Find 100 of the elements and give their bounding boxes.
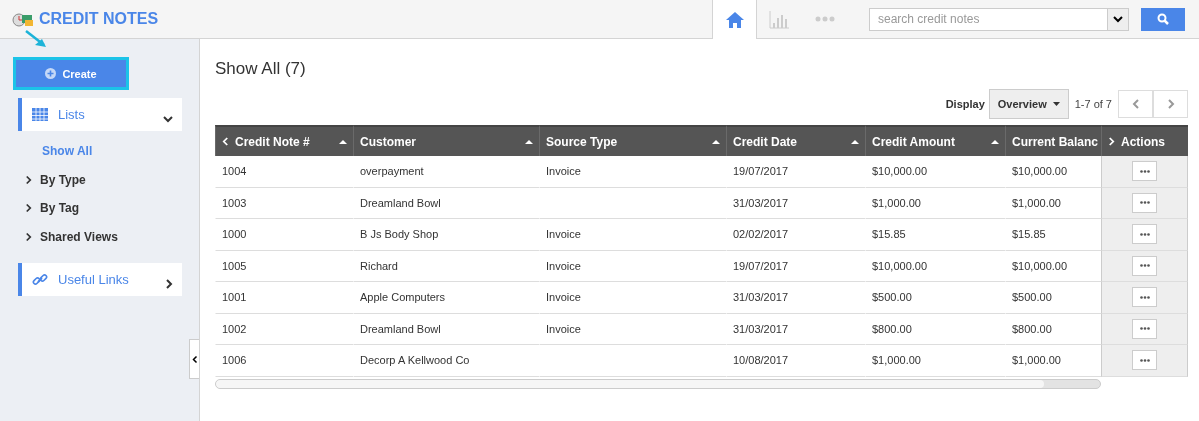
chevron-left-icon <box>222 136 229 147</box>
table-cell: 31/03/2017 <box>733 322 789 335</box>
previous-page-button[interactable] <box>1118 90 1153 118</box>
chevron-right-icon <box>25 174 32 185</box>
table-cell: Invoice <box>546 228 581 241</box>
table-cell: $10,000.00 <box>1012 259 1068 272</box>
chevron-left-icon <box>1131 98 1140 110</box>
table-cell: 1005 <box>222 259 247 272</box>
table-cell: $800.00 <box>872 322 912 335</box>
table-cell: $15.85 <box>872 228 906 241</box>
more-icon <box>1139 264 1150 268</box>
table-cell: Decorp A Kellwood Co <box>360 354 470 367</box>
table-cell: Invoice <box>546 259 581 272</box>
row-actions-button[interactable] <box>1132 318 1157 339</box>
row-actions-button[interactable] <box>1132 161 1157 182</box>
table-cell: $10,000.00 <box>872 165 928 178</box>
app-title: CREDIT NOTES <box>39 10 159 28</box>
nav-tab[interactable] <box>712 0 757 40</box>
sort-caret-icon <box>525 139 533 144</box>
chevron-right-icon <box>1108 136 1115 147</box>
more-icon <box>1139 295 1150 299</box>
sidebar-section[interactable]: Lists <box>18 98 182 131</box>
table-cell: $500.00 <box>1012 291 1052 304</box>
table-cell: 19/07/2017 <box>733 165 789 178</box>
collapse-sidebar-button[interactable] <box>189 339 199 379</box>
table-cell: $1,000.00 <box>872 354 921 367</box>
display-dropdown[interactable]: Overview <box>988 89 1069 119</box>
table-cell: 10/08/2017 <box>733 354 789 367</box>
sort-caret-icon <box>339 139 347 144</box>
table-cell: 19/07/2017 <box>733 259 789 272</box>
table-cell: Invoice <box>546 322 581 335</box>
horizontal-scrollbar[interactable] <box>215 378 1101 389</box>
column-header[interactable]: Actions <box>1101 125 1188 156</box>
column-header[interactable]: Credit Amount <box>865 125 1005 156</box>
search-button[interactable] <box>1141 7 1185 31</box>
page-range: 1-7 of 7 <box>1074 98 1112 110</box>
table-cell: 1001 <box>222 291 247 304</box>
more-icon <box>1139 327 1150 331</box>
home-icon <box>724 9 745 30</box>
chevron-right-icon <box>1166 98 1175 110</box>
link-icon <box>32 271 48 288</box>
chevron-right-icon <box>165 278 173 289</box>
search-icon <box>1157 13 1169 25</box>
next-page-button[interactable] <box>1153 90 1188 118</box>
row-actions-button[interactable] <box>1132 350 1157 371</box>
column-header[interactable]: Source Type <box>539 125 726 156</box>
chevron-right-icon <box>25 203 32 214</box>
more-icon <box>1139 201 1150 205</box>
table-cell: Dreamland Bowl <box>360 196 441 209</box>
more-icon <box>814 16 835 22</box>
create-button[interactable]: Create <box>13 57 129 90</box>
table-cell: overpayment <box>360 165 424 178</box>
plus-circle-icon <box>45 68 57 79</box>
table-cell: 02/02/2017 <box>733 228 789 241</box>
sidebar-section[interactable]: Useful Links <box>18 263 182 296</box>
sort-caret-icon <box>851 139 859 144</box>
table-cell: $800.00 <box>1012 322 1052 335</box>
table-cell: Invoice <box>546 165 581 178</box>
column-header[interactable]: Current Balanc <box>1005 125 1101 156</box>
table-cell: 1002 <box>222 322 247 335</box>
pointer-arrow-icon <box>24 29 48 49</box>
row-actions-button[interactable] <box>1132 192 1157 213</box>
grid-icon <box>32 108 48 121</box>
search-field[interactable]: search credit notes <box>869 7 1107 31</box>
row-actions-button[interactable] <box>1132 224 1157 245</box>
table-cell: 1003 <box>222 196 247 209</box>
table-cell: $1,000.00 <box>872 196 921 209</box>
sidebar-item[interactable]: By Tag <box>25 194 80 223</box>
chevron-down-icon <box>1113 15 1123 23</box>
table-cell: 1004 <box>222 165 247 178</box>
table-cell: 1000 <box>222 228 247 241</box>
table-cell: 31/03/2017 <box>733 196 789 209</box>
column-header[interactable]: Customer <box>353 125 539 156</box>
table-cell: B Js Body Shop <box>360 228 439 241</box>
table-cell: 31/03/2017 <box>733 291 789 304</box>
table-cell: Dreamland Bowl <box>360 322 441 335</box>
column-header[interactable]: Credit Date <box>726 125 865 156</box>
page-heading: Show All (7) <box>215 59 307 79</box>
more-icon <box>1139 169 1150 173</box>
sidebar-item[interactable]: By Type <box>25 165 86 194</box>
more-icon <box>1139 232 1150 236</box>
table-cell: $10,000.00 <box>872 259 928 272</box>
row-actions-button[interactable] <box>1132 255 1157 276</box>
bar-chart-icon <box>769 9 790 29</box>
table-cell: $1,000.00 <box>1012 354 1061 367</box>
chevron-right-icon <box>25 231 32 242</box>
sort-caret-icon <box>712 139 720 144</box>
column-header[interactable]: Credit Note # <box>215 125 353 156</box>
table-cell: Richard <box>360 259 398 272</box>
sort-caret-icon <box>991 139 999 144</box>
table-cell: $1,000.00 <box>1012 196 1061 209</box>
table-cell: 1006 <box>222 354 247 367</box>
sidebar-item[interactable]: Shared Views <box>25 222 118 251</box>
search-dropdown-button[interactable] <box>1107 7 1129 31</box>
more-icon <box>1139 358 1150 362</box>
row-actions-button[interactable] <box>1132 287 1157 308</box>
table-cell: $10,000.00 <box>1012 165 1068 178</box>
table-cell: Apple Computers <box>360 291 445 304</box>
chevron-left-icon <box>191 354 198 364</box>
table-cell: Invoice <box>546 291 581 304</box>
